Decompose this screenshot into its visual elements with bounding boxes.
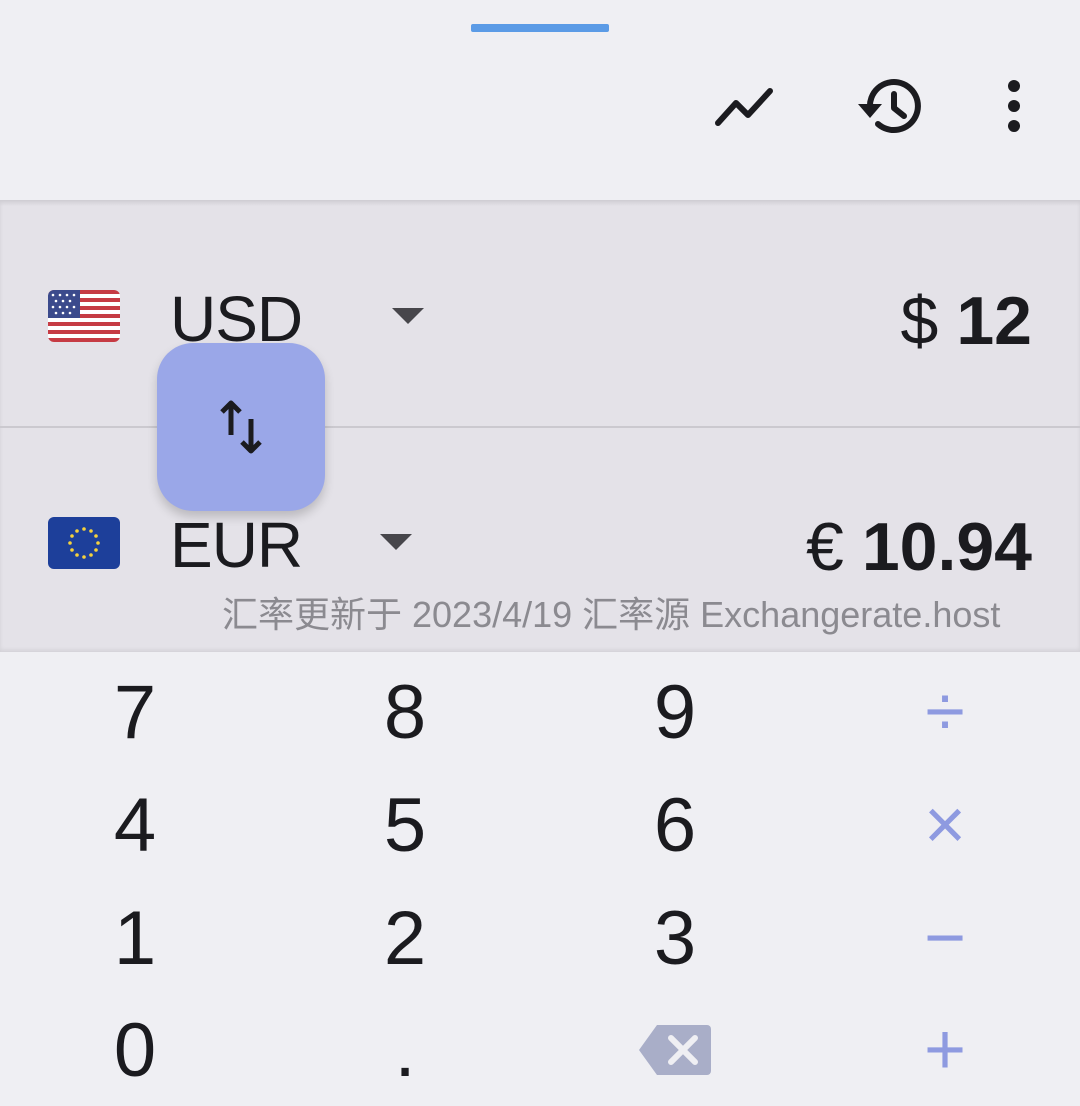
key-9[interactable]: 9 — [540, 656, 810, 768]
key-multiply[interactable]: × — [810, 769, 1080, 881]
key-divide[interactable]: ÷ — [810, 656, 1080, 768]
swap-vert-icon — [220, 400, 262, 454]
swap-currencies-button[interactable] — [157, 343, 325, 511]
from-amount-value: 12 — [956, 283, 1032, 359]
to-amount-value: 10.94 — [861, 509, 1032, 585]
key-add[interactable]: + — [810, 994, 1080, 1106]
key-3[interactable]: 3 — [540, 882, 810, 994]
key-1[interactable]: 1 — [0, 882, 270, 994]
from-currency-symbol: $ — [900, 283, 939, 359]
us-flag-icon — [48, 290, 120, 342]
more-vert-icon[interactable] — [974, 66, 1054, 146]
key-8[interactable]: 8 — [270, 656, 540, 768]
key-decimal[interactable]: . — [270, 994, 540, 1106]
key-backspace[interactable] — [540, 994, 810, 1106]
drag-handle[interactable] — [471, 24, 609, 32]
key-7[interactable]: 7 — [0, 656, 270, 768]
key-0[interactable]: 0 — [0, 994, 270, 1106]
key-2[interactable]: 2 — [270, 882, 540, 994]
eu-flag-icon — [48, 517, 120, 569]
backspace-icon — [639, 1025, 711, 1075]
panel-shadow — [0, 200, 1080, 206]
key-subtract[interactable]: − — [810, 882, 1080, 994]
rate-update-note: 汇率更新于 2023/4/19 汇率源 Exchangerate.host — [222, 594, 1001, 635]
to-currency-dropdown-icon[interactable] — [380, 534, 412, 550]
trending-icon[interactable] — [704, 66, 784, 146]
history-icon[interactable] — [848, 66, 928, 146]
key-6[interactable]: 6 — [540, 769, 810, 881]
key-4[interactable]: 4 — [0, 769, 270, 881]
from-currency-dropdown-icon[interactable] — [392, 308, 424, 324]
to-currency-symbol: € — [806, 509, 844, 585]
key-5[interactable]: 5 — [270, 769, 540, 881]
to-amount[interactable]: €10.94 — [806, 508, 1032, 586]
from-amount[interactable]: $12 — [901, 282, 1032, 360]
to-currency-code[interactable]: EUR — [170, 508, 303, 582]
